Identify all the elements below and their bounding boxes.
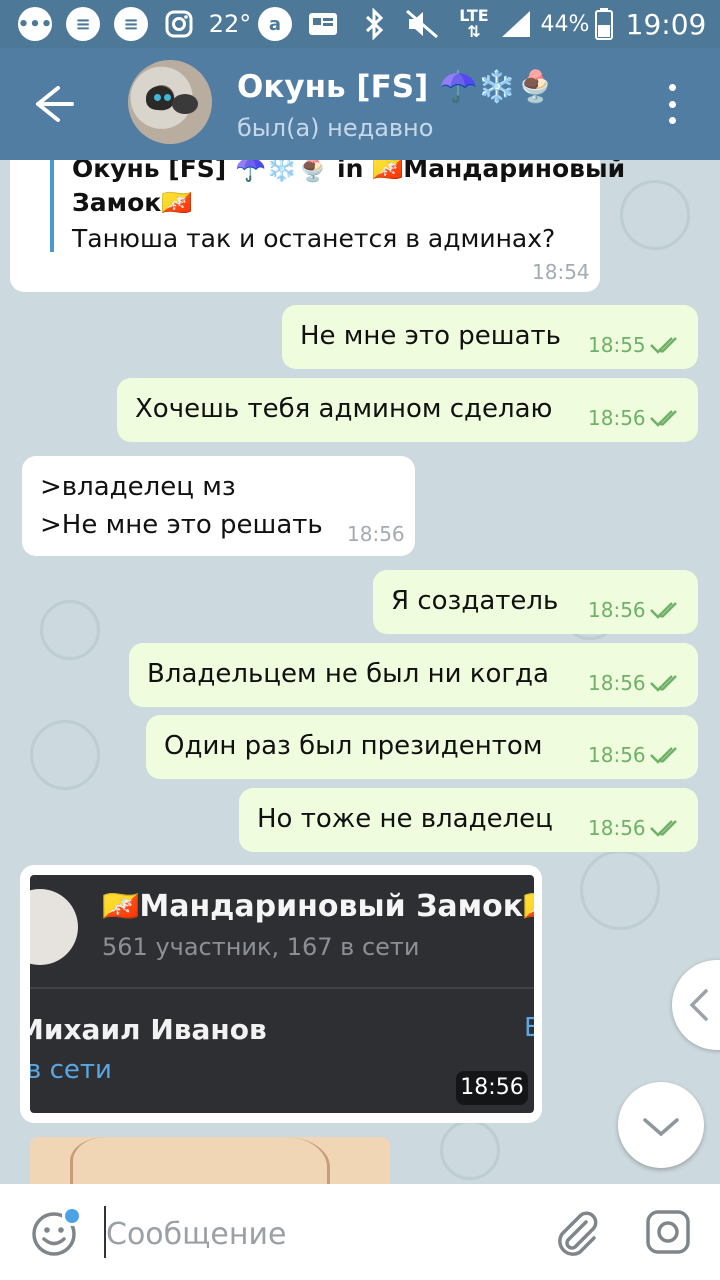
background-doodle [440, 1120, 500, 1180]
double-check-icon [650, 747, 677, 764]
double-check-icon [650, 410, 677, 427]
photo-message[interactable]: 🇧🇹Мандариновый Замок🇧🇹 561 участник, 167… [20, 865, 542, 1123]
message-bubble-outgoing[interactable]: Но тоже не владелец 18:56 [239, 788, 698, 852]
temperature: 22° [208, 10, 252, 38]
message-bubble-outgoing[interactable]: Владельцем не был ни когда 18:56 [129, 643, 698, 707]
side-panel-button[interactable] [672, 960, 720, 1050]
last-seen-status: был(а) недавно [237, 114, 434, 142]
battery-percent: 44% [540, 11, 590, 37]
notification-icon: ••• [18, 7, 52, 41]
cut-off-letter: В [524, 1013, 534, 1043]
message-bubble-outgoing[interactable]: Не мне это решать 18:55 [282, 305, 698, 369]
message-time: 18:56 [347, 522, 405, 546]
person-status: в сети [30, 1055, 112, 1085]
back-arrow-icon[interactable] [30, 82, 80, 126]
more-menu-icon[interactable] [660, 84, 684, 124]
battery-icon [592, 0, 616, 48]
card-icon [306, 0, 340, 48]
message-bubble-outgoing[interactable]: Один раз был президентом 18:56 [146, 715, 698, 779]
bluetooth-icon [360, 0, 390, 48]
app-icon: a [258, 7, 292, 41]
person-name: Михаил Иванов [30, 1013, 267, 1046]
message-input[interactable] [106, 1212, 526, 1256]
attach-button[interactable] [552, 1208, 600, 1258]
group-avatar [30, 889, 78, 965]
message-list[interactable]: Окунь [FS] ☂️❄️🍨 in 🇧🇹Мандариновый Замок… [0, 160, 720, 1184]
chevron-down-icon [643, 1118, 679, 1137]
network-label: LTE ⇅ [459, 6, 489, 41]
background-doodle [580, 850, 660, 930]
message-bubble-incoming[interactable]: Окунь [FS] ☂️❄️🍨 in 🇧🇹Мандариновый Замок… [10, 160, 625, 292]
message-text: >Не мне это решать [40, 510, 323, 540]
reply-author: Окунь [FS] ☂️❄️🍨 in 🇧🇹Мандариновый [72, 160, 626, 183]
message-time: 18:56 [588, 816, 646, 840]
message-time: 18:55 [588, 333, 646, 357]
message-text: >владелец мз [40, 472, 236, 502]
message-text: Владельцем не был ни когда [147, 659, 549, 689]
message-time: 18:56 [456, 1071, 528, 1105]
background-doodle [620, 180, 690, 250]
message-time: 18:56 [588, 743, 646, 767]
group-members: 561 участник, 167 в сети [102, 933, 420, 961]
status-bar: ••• ≡ ≡ 22° a LTE ⇅ 44% 19:09 [0, 0, 720, 48]
double-check-icon [650, 602, 677, 619]
chat-title[interactable]: Окунь [FS] ☂️❄️🍨 [237, 68, 555, 105]
double-check-icon [650, 337, 677, 354]
message-time: 18:56 [588, 671, 646, 695]
message-time: 18:54 [532, 260, 590, 284]
chevron-left-icon [689, 989, 708, 1021]
group-title: 🇧🇹Мандариновый Замок🇧🇹 [102, 889, 534, 924]
camera-icon [646, 1210, 690, 1254]
message-bubble-outgoing[interactable]: Хочешь тебя админом сделаю 18:56 [117, 378, 698, 442]
message-text: Один раз был президентом [164, 731, 543, 761]
notification-dot [62, 1206, 82, 1226]
avatar[interactable] [128, 60, 212, 144]
message-time: 18:56 [588, 598, 646, 622]
reply-quote-bar [50, 160, 54, 252]
paperclip-icon [558, 1211, 598, 1256]
signal-icon [498, 0, 534, 48]
message-bubble-incoming[interactable]: >владелец мз >Не мне это решать 18:56 [22, 456, 415, 556]
message-text: Танюша так и останется в админах? [72, 224, 556, 253]
background-doodle [40, 600, 100, 660]
message-text: Но тоже не владелец [257, 804, 553, 834]
message-icon: ≡ [66, 7, 100, 41]
chat-header: Окунь [FS] ☂️❄️🍨 был(а) недавно [0, 48, 720, 160]
double-check-icon [650, 675, 677, 692]
photo-message-partial[interactable] [30, 1137, 390, 1184]
chat-icon: ≡ [114, 7, 148, 41]
reply-author-cont: Замок🇧🇹 [72, 188, 193, 217]
divider [30, 987, 534, 989]
scroll-down-button[interactable] [618, 1082, 704, 1168]
screenshot-image[interactable]: 🇧🇹Мандариновый Замок🇧🇹 561 участник, 167… [30, 875, 534, 1113]
message-composer [0, 1184, 720, 1280]
mute-icon [404, 0, 440, 48]
message-time: 18:56 [588, 406, 646, 430]
clock: 19:09 [625, 7, 707, 41]
double-check-icon [650, 820, 677, 837]
message-bubble-outgoing[interactable]: Я создатель 18:56 [373, 570, 698, 634]
instagram-icon [162, 0, 196, 48]
message-text: Я создатель [391, 586, 559, 616]
camera-button[interactable] [644, 1208, 692, 1256]
background-doodle [30, 720, 100, 790]
message-text: Хочешь тебя админом сделаю [135, 394, 553, 424]
message-text: Не мне это решать [300, 321, 561, 351]
